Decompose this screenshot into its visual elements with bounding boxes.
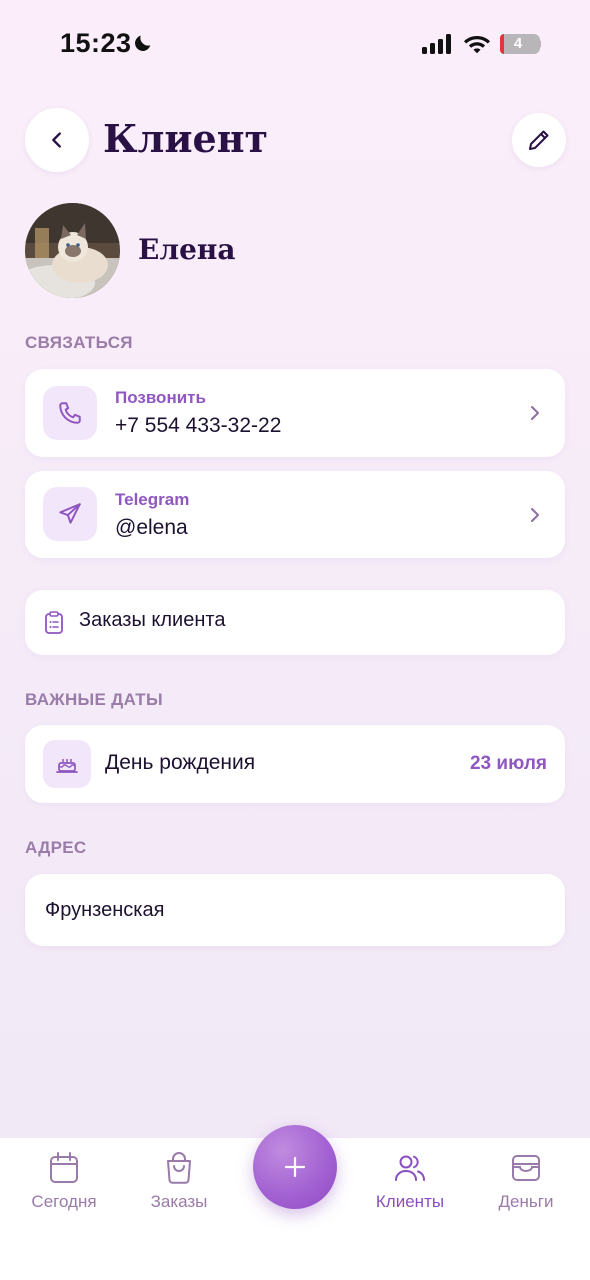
- nav-clients[interactable]: Клиенты: [355, 1152, 465, 1212]
- plus-icon: [284, 1156, 306, 1178]
- telegram-handle: @elena: [115, 516, 188, 539]
- address-card[interactable]: Фрунзенская: [25, 874, 565, 946]
- cake-icon: [56, 759, 78, 773]
- page-title: Клиент: [103, 116, 269, 161]
- phone-icon-box: [43, 386, 97, 440]
- status-bar: 15:23 4: [0, 0, 590, 90]
- nav-orders[interactable]: Заказы: [124, 1152, 234, 1212]
- telegram-label: Telegram: [115, 490, 190, 509]
- telegram-icon-box: [43, 487, 97, 541]
- client-orders-button[interactable]: Заказы клиента: [25, 590, 565, 655]
- send-icon: [59, 503, 81, 524]
- telegram-card[interactable]: Telegram @elena: [25, 471, 565, 558]
- date-label: День рождения: [105, 751, 256, 774]
- call-label: Позвонить: [115, 388, 206, 407]
- wifi-icon: [464, 36, 490, 54]
- signal-icon: [422, 34, 451, 54]
- cat-photo: [25, 203, 120, 298]
- wallet-icon: [512, 1155, 540, 1181]
- bag-icon: [167, 1152, 191, 1184]
- section-label-dates: ВАЖНЫЕ ДАТЫ: [25, 690, 163, 709]
- birthday-card[interactable]: День рождения 23 июля: [25, 725, 565, 803]
- chevron-right-icon: [531, 508, 539, 522]
- pencil-icon: [529, 130, 549, 150]
- battery-icon: 4: [500, 34, 540, 54]
- section-label-address: АДРЕС: [25, 838, 87, 857]
- avatar: [25, 203, 120, 298]
- phone-number: +7 554 433-32-22: [115, 414, 282, 437]
- phone-icon: [59, 402, 81, 424]
- date-value: 23 июля: [469, 753, 547, 774]
- nav-label: Заказы: [150, 1192, 208, 1211]
- nav-label: Деньги: [498, 1192, 554, 1211]
- nav-today[interactable]: Сегодня: [9, 1152, 119, 1212]
- section-label-contact: СВЯЗАТЬСЯ: [25, 333, 133, 352]
- add-button[interactable]: [253, 1125, 337, 1209]
- nav-label: Сегодня: [31, 1192, 97, 1211]
- nav-money[interactable]: Деньги: [471, 1152, 581, 1212]
- client-orders-label: Заказы клиента: [79, 609, 226, 631]
- moon-icon: [135, 35, 151, 51]
- battery-level: 4: [513, 35, 523, 52]
- chevron-right-icon: [531, 406, 539, 420]
- clipboard-icon: [45, 611, 63, 634]
- cake-icon-box: [43, 740, 91, 788]
- call-card[interactable]: Позвонить +7 554 433-32-22: [25, 369, 565, 457]
- nav-label: Клиенты: [375, 1192, 445, 1211]
- edit-button[interactable]: [512, 113, 566, 167]
- back-button[interactable]: [25, 108, 89, 172]
- users-icon: [395, 1155, 425, 1181]
- chevron-left-icon: [52, 132, 61, 148]
- calendar-icon: [50, 1152, 78, 1183]
- address-value: Фрунзенская: [45, 899, 165, 921]
- client-name: Елена: [138, 233, 236, 266]
- status-time: 15:23: [60, 28, 132, 58]
